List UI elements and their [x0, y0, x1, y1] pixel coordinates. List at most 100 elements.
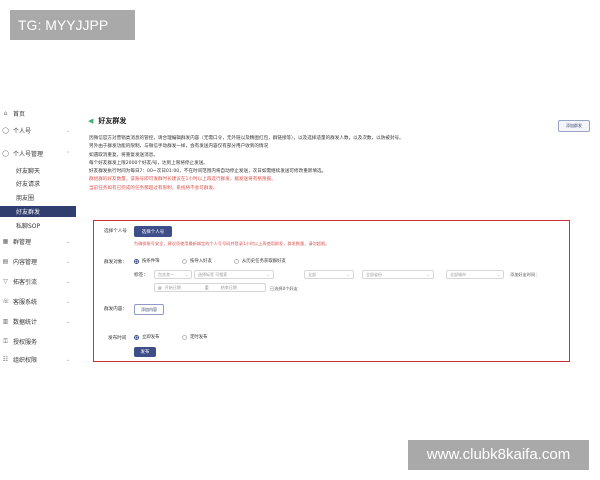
page-title-row: ◀ 好友群发 [88, 116, 126, 126]
notice-line-warning: 当前任务如有已完成的任务都超过有限制，系统将不会可群发。 [89, 185, 218, 191]
sidebar: ⌂ 首页 ◯ 个人号 ⌄ ◯ 个人号管理 ⌃ 好友聊天 好友请求 朋友圈 好友群… [0, 108, 76, 370]
select-account-button[interactable]: 选择个人号 [134, 226, 172, 237]
chevron-down-icon: ⌄ [65, 258, 70, 265]
sidebar-item-customer-service[interactable]: ☏ 客服系统 ⌄ [0, 296, 76, 307]
sidebar-item-label: 内容管理 [13, 259, 38, 266]
page-title: 好友群发 [98, 117, 127, 125]
sidebar-item-statistics[interactable]: ▥ 数据统计 ⌄ [0, 316, 76, 327]
target-option-history[interactable]: 从历史任务获取群好友 [234, 258, 286, 264]
radio-checked-icon [134, 334, 139, 340]
city-select[interactable]: 全部城市 ⌄ [446, 270, 504, 279]
content-icon: ▤ [2, 258, 9, 265]
notice-line: 因微信官方对营销类消息的管控，请合理编辑群发内容（无需口令，无外链以及精图红包，… [89, 136, 404, 141]
radio-label: 按条件筛 [142, 259, 160, 264]
group-icon: ▦ [2, 238, 9, 245]
sidebar-item-home[interactable]: ⌂ 首页 [0, 108, 76, 119]
calendar-icon: ▦ [158, 285, 162, 290]
home-icon: ⌂ [3, 110, 8, 117]
sidebar-item-groups[interactable]: ▦ 群管理 ⌄ [0, 236, 76, 247]
sidebar-item-label: 客服系统 [13, 299, 38, 306]
send-icon: ◀ [88, 117, 94, 125]
chart-icon: ▥ [2, 318, 9, 325]
chevron-down-icon: ⌄ [426, 272, 430, 277]
province-select[interactable]: 全部省份 ⌄ [362, 270, 434, 279]
gender-select[interactable]: 全部 ⌄ [304, 270, 354, 279]
sidebar-item-label: 授权服务 [13, 339, 38, 346]
account-hint: 为确保账号安全，建议须使用最新绑定的个人号号码并登录1小时以上再使用群发，群发数… [134, 241, 330, 246]
chevron-down-icon: ⌄ [346, 272, 350, 277]
sidebar-item-acquisition[interactable]: ▽ 拓客引流 ⌄ [0, 276, 76, 287]
publish-time-label: 发布时间 [108, 336, 127, 341]
key-icon: ⚿ [3, 337, 8, 345]
sidebar-item-label: 个人号 [13, 128, 32, 135]
sidebar-item-content[interactable]: ▤ 内容管理 ⌄ [0, 256, 76, 267]
notice-list: 因微信官方对营销类消息的管控，请合理编辑群发内容（无需口令，无外链以及精图红包，… [89, 135, 559, 193]
sidebar-item-label: 朋友圈 [16, 195, 35, 202]
radio-checked-icon [134, 258, 139, 264]
radio-label: 从历史任务获取群好友 [242, 259, 286, 264]
radio-unchecked-icon [182, 334, 187, 340]
sidebar-item-private-sop[interactable]: 私聊SOP [0, 220, 76, 231]
app-screenshot: ⌂ 首页 ◯ 个人号 ⌄ ◯ 个人号管理 ⌃ 好友聊天 好友请求 朋友圈 好友群… [0, 108, 600, 376]
chevron-down-icon: ⌄ [65, 298, 70, 305]
sidebar-item-organization[interactable]: ☷ 组织权限 ⌄ [0, 354, 76, 365]
sidebar-item-account-management[interactable]: ◯ 个人号管理 ⌃ [0, 148, 76, 159]
sidebar-item-label: 群管理 [13, 239, 32, 246]
sidebar-item-friend-broadcast[interactable]: 好友群发 [0, 206, 76, 217]
date-range-picker[interactable]: ▦ 开始日期 至 结束日期 [154, 283, 266, 292]
select-value: 全部 [308, 271, 316, 277]
sidebar-item-label: 好友聊天 [16, 168, 41, 175]
sidebar-item-label: 好友群发 [16, 209, 41, 216]
chevron-down-icon: ⌄ [65, 238, 70, 245]
notice-line: 另外由于群发功能的限制，与微信手动群发一样，会有发送内容仅有部分用户收到的情况 [89, 144, 269, 150]
tg-label: TG: MYYJJPP [10, 10, 135, 40]
headset-icon: ☏ [2, 298, 10, 305]
target-option-filter[interactable]: 按条件筛 [134, 258, 160, 264]
sidebar-item-authorization[interactable]: ⚿ 授权服务 [0, 336, 76, 347]
broadcast-form: 选择个人号 选择个人号 为确保账号安全，建议须使用最新绑定的个人号号码并登录1小… [93, 220, 570, 362]
select-value: 全部省份 [366, 271, 382, 277]
add-broadcast-button[interactable]: 添加群发 [558, 120, 590, 132]
publish-scheduled-option[interactable]: 定时发布 [182, 334, 208, 340]
sidebar-item-friend-chat[interactable]: 好友聊天 [0, 165, 76, 176]
chevron-down-icon: ⌄ [496, 272, 500, 277]
chevron-down-icon: ⌄ [65, 318, 70, 325]
date-separator: 至 [204, 284, 209, 290]
sidebar-item-label: 数据统计 [13, 319, 38, 326]
target-option-import[interactable]: 按导入好友 [182, 258, 212, 264]
chevron-down-icon: ⌄ [65, 127, 70, 134]
sidebar-item-moments[interactable]: 朋友圈 [0, 192, 76, 203]
tag-select[interactable]: 选择标签 可搜索 ⌄ [194, 270, 274, 279]
sidebar-item-label: 个人号管理 [13, 151, 44, 158]
chevron-down-icon: ⌄ [65, 278, 70, 285]
user-icon: ◯ [2, 127, 9, 134]
sidebar-item-label: 首页 [13, 111, 26, 118]
date-start-placeholder: 开始日期 [164, 284, 181, 290]
users-icon: ◯ [2, 150, 9, 157]
notice-line: 好友群发执行时间为每日7：00~次日01:00，不在时间范围内将自动停止发送，次… [89, 169, 327, 175]
sidebar-item-label: 组织权限 [13, 357, 38, 364]
sidebar-item-label: 私聊SOP [16, 223, 41, 230]
notice-line: 如遇取消重复，将重复发送消息。 [89, 152, 158, 158]
select-value: 全部城市 [450, 271, 466, 277]
sidebar-item-label: 拓客引流 [13, 279, 38, 286]
target-label: 群发对象： [104, 260, 127, 265]
radio-label: 按导入好友 [190, 259, 212, 264]
sidebar-item-friend-requests[interactable]: 好友请求 [0, 178, 76, 189]
sidebar-item-account[interactable]: ◯ 个人号 ⌄ [0, 125, 76, 136]
radio-unchecked-icon [234, 258, 239, 264]
chevron-down-icon: ⌄ [184, 272, 188, 277]
add-time-label: 添加好友时间： [510, 272, 540, 277]
radio-label: 立即发布 [142, 335, 160, 340]
radio-label: 定时发布 [190, 335, 208, 340]
selected-count: 已选择0个好友 [270, 286, 298, 291]
publish-button[interactable]: 发布 [134, 347, 156, 357]
notice-line: 每个好友群发上限2000个好友/号，达到上限将停止发送。 [89, 160, 208, 166]
radio-unchecked-icon [182, 258, 187, 264]
tag-label: 标签： [134, 273, 148, 278]
add-content-button[interactable]: 添加内容 [134, 304, 164, 315]
funnel-icon: ▽ [3, 278, 8, 285]
date-end-placeholder: 结束日期 [220, 284, 237, 290]
publish-now-option[interactable]: 立即发布 [134, 334, 160, 340]
tag-match-select[interactable]: 包含其一 ⌄ [154, 270, 192, 279]
